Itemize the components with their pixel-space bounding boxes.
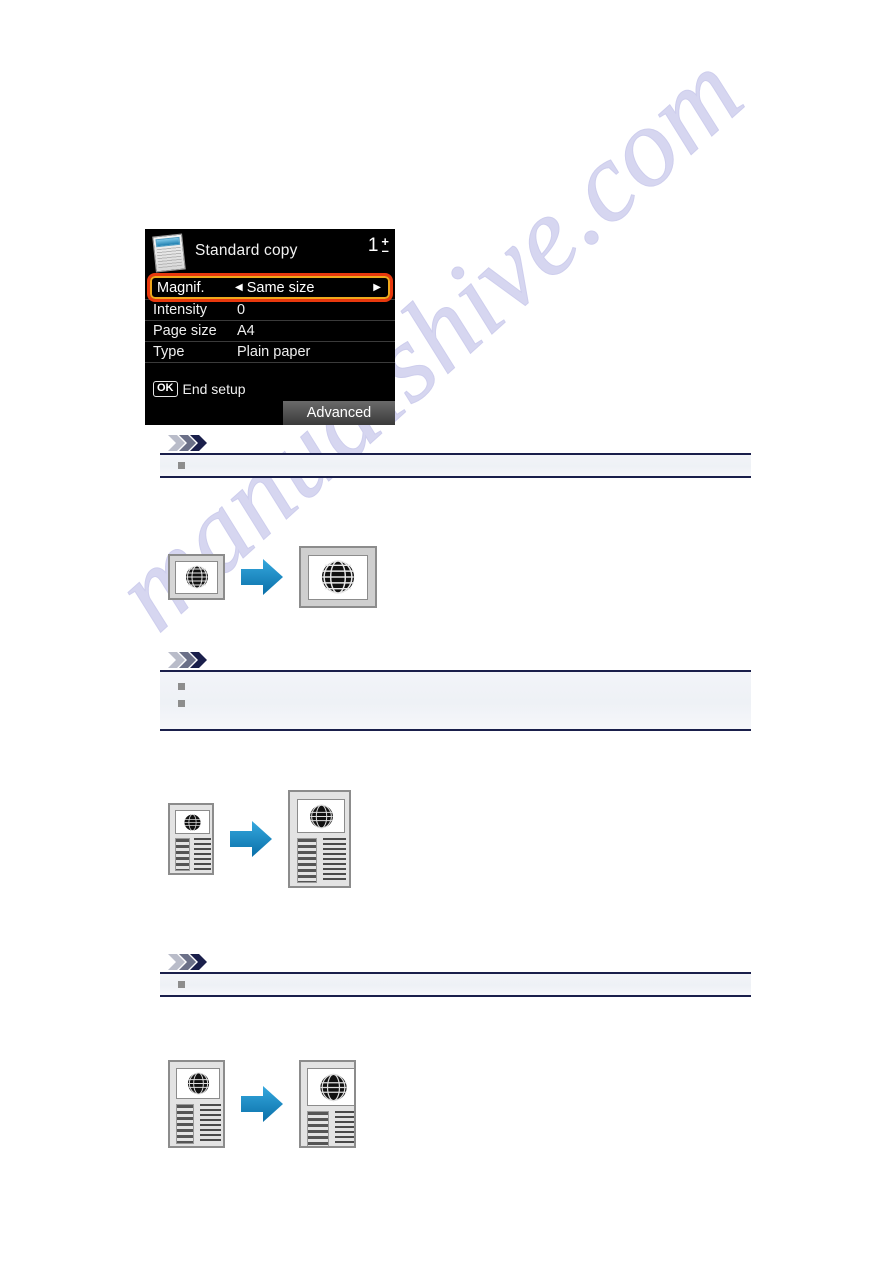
globe-photo-icon — [321, 560, 355, 594]
settings-row-type-label: Type — [153, 344, 185, 360]
document-page-small — [168, 803, 214, 875]
end-setup-label: End setup — [182, 381, 246, 397]
settings-row-type[interactable]: Type Plain paper — [145, 342, 395, 363]
settings-row-page-size[interactable]: Page size A4 — [145, 321, 395, 342]
settings-row-page-size-value: A4 — [237, 323, 255, 339]
globe-photo-icon — [184, 813, 201, 831]
globe-photo-icon — [319, 1073, 347, 1101]
note-item — [160, 974, 751, 991]
lcd-footer: OK End setup Advanced — [145, 378, 395, 425]
note-item — [160, 693, 751, 710]
settings-row-intensity-value: 0 — [237, 302, 246, 318]
double-chevron-icon — [168, 435, 207, 451]
document-page-small — [168, 1060, 225, 1148]
blue-right-arrow-icon — [228, 818, 274, 860]
framed-photo-large — [299, 546, 377, 608]
square-bullet-icon — [178, 700, 185, 707]
document-zoom-figure — [168, 1060, 356, 1148]
square-bullet-icon — [178, 981, 185, 988]
settings-row-magnif-selected[interactable]: Magnif. ◀ Same size ▶ — [147, 273, 393, 302]
lcd-header: Standard copy 1 + – — [145, 229, 395, 273]
double-chevron-icon — [168, 652, 207, 668]
lcd-settings-list: Intensity 0 Page size A4 Type Plain pape… — [145, 273, 395, 378]
blue-right-arrow-icon — [239, 1083, 285, 1125]
settings-row-magnif-value: Same size — [246, 279, 315, 296]
magnif-next-arrow-icon[interactable]: ▶ — [373, 282, 381, 293]
document-page-zoomed — [299, 1060, 356, 1148]
minus-icon[interactable]: – — [382, 244, 389, 257]
note-item — [160, 676, 751, 693]
copies-stepper[interactable]: 1 + – — [367, 235, 389, 257]
note-box-1 — [160, 453, 751, 478]
square-bullet-icon — [178, 462, 185, 469]
blue-right-arrow-icon — [239, 556, 285, 598]
magnif-prev-arrow-icon[interactable]: ◀ — [235, 282, 243, 293]
note-box-3 — [160, 972, 751, 997]
advanced-button[interactable]: Advanced — [283, 401, 395, 425]
globe-photo-icon — [309, 804, 333, 828]
document-page-large — [288, 790, 351, 888]
end-setup-hint[interactable]: OK End setup — [145, 378, 395, 400]
note-block-1 — [160, 433, 751, 478]
note-box-2 — [160, 670, 751, 731]
document-icon — [151, 232, 187, 273]
manual-page: manualshive.com Standard copy 1 + – Inte… — [0, 0, 893, 1263]
settings-row-intensity[interactable]: Intensity 0 — [145, 300, 395, 321]
double-chevron-icon — [168, 954, 207, 970]
copies-count: 1 — [367, 235, 379, 256]
printer-lcd-screen: Standard copy 1 + – Intensity 0 Page siz… — [145, 229, 395, 425]
note-item — [160, 455, 751, 472]
photo-enlarge-figure — [168, 546, 377, 608]
note-block-3 — [160, 952, 751, 997]
settings-row-page-size-label: Page size — [153, 323, 217, 339]
settings-row-type-value: Plain paper — [237, 344, 311, 360]
settings-row-intensity-label: Intensity — [153, 302, 207, 318]
document-enlarge-figure — [168, 790, 351, 888]
framed-photo-small — [168, 554, 225, 600]
square-bullet-icon — [178, 683, 185, 690]
ok-key-icon: OK — [153, 381, 178, 397]
globe-photo-icon — [187, 1072, 209, 1095]
note-block-2 — [160, 650, 751, 731]
lcd-title: Standard copy — [195, 242, 298, 259]
advanced-button-label: Advanced — [306, 405, 372, 421]
settings-row-magnif-label: Magnif. — [157, 279, 205, 296]
globe-photo-icon — [185, 565, 208, 589]
